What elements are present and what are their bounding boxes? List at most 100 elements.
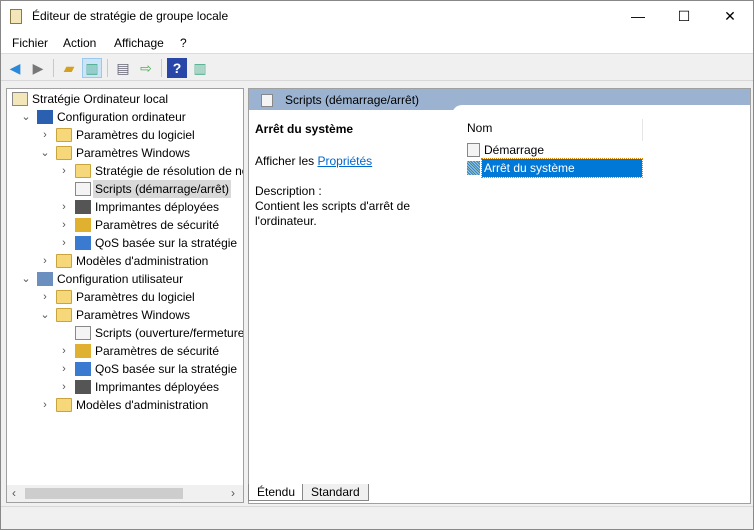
script-icon [467, 161, 480, 175]
script-icon [467, 143, 480, 157]
chevron-right-icon[interactable]: › [58, 162, 70, 180]
minimize-button[interactable]: — [615, 1, 661, 32]
tree-item[interactable]: › Paramètres du logiciel [7, 288, 243, 306]
printer-icon [75, 380, 91, 394]
tree-item[interactable]: › Paramètres de sécurité [7, 342, 243, 360]
tree-item-label: Paramètres du logiciel [76, 290, 195, 304]
tree-item-label: QoS basée sur la stratégie [95, 236, 238, 250]
tree-item-label: Paramètres du logiciel [76, 128, 195, 142]
tree-item-label: Paramètres de sécurité [95, 344, 220, 358]
chevron-right-icon[interactable]: › [39, 126, 51, 144]
folder-icon [56, 308, 72, 322]
menu-action[interactable]: Action [63, 36, 96, 50]
help-icon[interactable]: ? [167, 58, 187, 78]
show-action-pane-icon[interactable]: ▥ [190, 58, 210, 78]
menu-help[interactable]: ? [180, 36, 187, 50]
forward-icon[interactable]: ▶ [28, 58, 48, 78]
list-item[interactable]: Arrêt du système [467, 158, 643, 178]
horizontal-scrollbar[interactable]: ‹ › [7, 485, 243, 502]
chevron-right-icon[interactable]: › [58, 378, 70, 396]
properties-icon[interactable]: ▤ [113, 58, 133, 78]
chevron-right-icon[interactable]: › [58, 234, 70, 252]
tree-item[interactable]: Stratégie Ordinateur local [7, 90, 243, 108]
chevron-down-icon[interactable]: ⌄ [39, 144, 51, 162]
scroll-thumb[interactable] [25, 488, 183, 499]
chevron-right-icon[interactable]: › [39, 288, 51, 306]
tree-item[interactable]: › Paramètres du logiciel [7, 126, 243, 144]
tree-item-label: QoS basée sur la stratégie [95, 362, 238, 376]
folder-icon [56, 146, 72, 160]
tree-item[interactable]: ⌄ Paramètres Windows [7, 144, 243, 162]
toolbar: ◀ ▶ ▰ ▥ ▤ ⇨ ? ▥ [1, 55, 753, 81]
tree-item-label: Modèles d'administration [76, 254, 209, 268]
security-icon [75, 218, 91, 232]
tab-standard[interactable]: Standard [302, 484, 369, 501]
menu-fichier[interactable]: Fichier [12, 36, 48, 50]
folder-icon [56, 254, 72, 268]
menu-bar: Fichier Action Affichage ? [1, 32, 753, 54]
chevron-right-icon[interactable]: › [58, 342, 70, 360]
tree-item[interactable]: › Modèles d'administration [7, 252, 243, 270]
folder-icon [56, 128, 72, 142]
folder-icon [75, 164, 91, 178]
menu-affichage[interactable]: Affichage [114, 36, 164, 50]
tree-item[interactable]: › Imprimantes déployées [7, 198, 243, 216]
tree-item[interactable]: › QoS basée sur la stratégie [7, 360, 243, 378]
tree-item-label: Imprimantes déployées [95, 380, 220, 394]
maximize-button[interactable]: ☐ [661, 1, 707, 32]
tree-item-label: Paramètres Windows [76, 146, 191, 160]
tree-item-label: Paramètres Windows [76, 308, 191, 322]
tree-item-label: Stratégie Ordinateur local [32, 92, 169, 106]
tree-pane[interactable]: Stratégie Ordinateur local ⌄ Configuration… [6, 88, 244, 503]
tree-item[interactable]: ⌄ Configuration utilisateur [7, 270, 243, 288]
tree-item[interactable]: › Imprimantes déployées [7, 378, 243, 396]
chevron-down-icon[interactable]: ⌄ [39, 306, 51, 324]
tree-item[interactable]: › QoS basée sur la stratégie [7, 234, 243, 252]
chevron-down-icon[interactable]: ⌄ [20, 270, 32, 288]
tab-etendu[interactable]: Étendu [248, 484, 305, 501]
tree-item[interactable]: › Stratégie de résolution de noms [7, 162, 243, 180]
computer-icon [37, 110, 53, 124]
tree-item-label: Modèles d'administration [76, 398, 209, 412]
up-folder-icon[interactable]: ▰ [59, 58, 79, 78]
chevron-right-icon[interactable]: › [39, 396, 51, 414]
chevron-right-icon[interactable]: › [39, 252, 51, 270]
back-icon[interactable]: ◀ [5, 58, 25, 78]
tree-item[interactable]: › Modèles d'administration [7, 396, 243, 414]
tree-item[interactable]: Scripts (démarrage/arrêt) [7, 180, 243, 198]
chevron-down-icon[interactable]: ⌄ [20, 108, 32, 126]
folder-icon [56, 290, 72, 304]
tree-item-label: Imprimantes déployées [95, 200, 220, 214]
chart-icon [75, 362, 91, 376]
details-pane: Scripts (démarrage/arrêt) Arrêt du systè… [248, 88, 751, 504]
scroll-left-icon[interactable]: ‹ [12, 486, 16, 500]
export-list-icon[interactable]: ⇨ [136, 58, 156, 78]
show-hide-tree-icon[interactable]: ▥ [82, 58, 102, 78]
properties-link[interactable]: Propriétés [317, 154, 372, 168]
scroll-right-icon[interactable]: › [231, 486, 235, 500]
printer-icon [75, 200, 91, 214]
tree-item[interactable]: › Paramètres de sécurité [7, 216, 243, 234]
close-button[interactable]: ✕ [707, 1, 753, 32]
tree-item-label: Configuration utilisateur [57, 272, 184, 286]
tree-item-label: Scripts (ouverture/fermeture de session) [95, 326, 244, 340]
security-icon [75, 344, 91, 358]
app-window: Éditeur de stratégie de groupe locale — … [0, 0, 754, 530]
tree-item[interactable]: ⌄ Configuration ordinateur [7, 108, 243, 126]
tree-item-label: Scripts (démarrage/arrêt) [93, 180, 232, 198]
tree-item-label: Configuration ordinateur [57, 110, 186, 124]
column-header-nom[interactable]: Nom [467, 119, 643, 141]
doc-icon [75, 326, 91, 340]
chevron-right-icon[interactable]: › [58, 216, 70, 234]
chevron-right-icon[interactable]: › [58, 198, 70, 216]
list-item[interactable]: Démarrage [467, 141, 642, 159]
doc-icon [75, 182, 91, 196]
tree-item[interactable]: Scripts (ouverture/fermeture de session) [7, 324, 243, 342]
title-bar: Éditeur de stratégie de groupe locale — … [1, 1, 753, 32]
user-icon [37, 272, 53, 286]
tree-item-label: Stratégie de résolution de noms [95, 164, 243, 178]
window-title: Éditeur de stratégie de groupe locale [32, 9, 229, 23]
tree-item[interactable]: ⌄ Paramètres Windows [7, 306, 243, 324]
scripts-icon [261, 94, 273, 107]
chevron-right-icon[interactable]: › [58, 360, 70, 378]
